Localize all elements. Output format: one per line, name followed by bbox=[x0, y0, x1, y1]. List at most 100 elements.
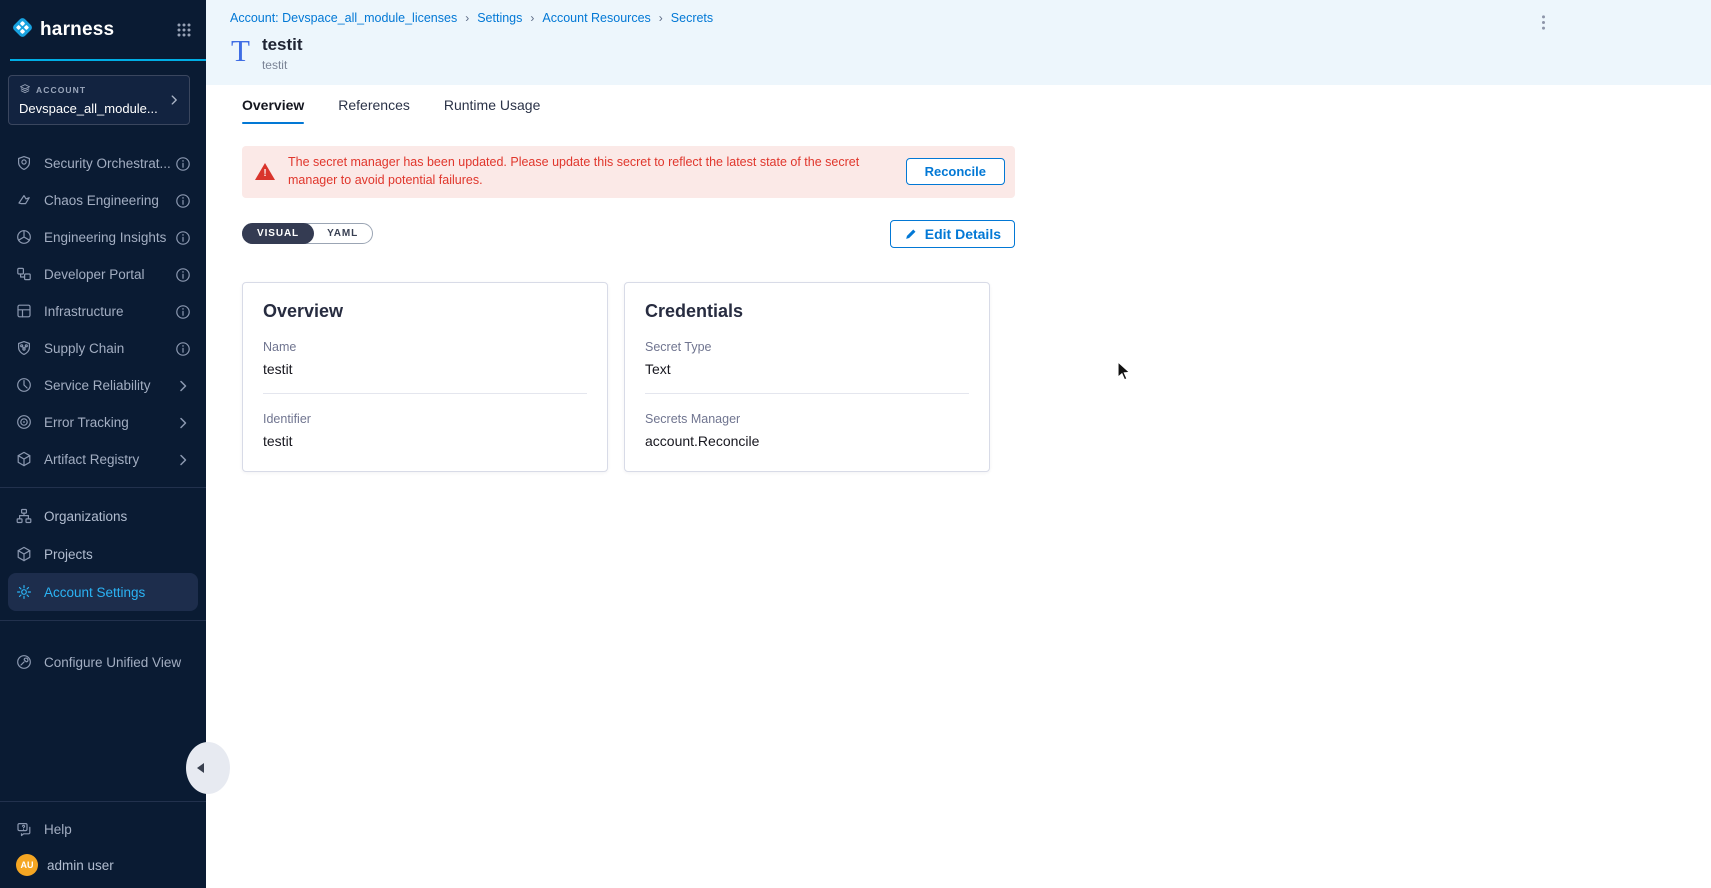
infrastructure-icon bbox=[16, 303, 33, 320]
tab-content: The secret manager has been updated. Ple… bbox=[206, 124, 1711, 472]
projects-icon bbox=[16, 546, 33, 563]
tab-references[interactable]: References bbox=[338, 85, 410, 124]
warning-triangle-icon bbox=[255, 163, 275, 180]
brand-underline bbox=[10, 59, 206, 61]
error-tracking-icon bbox=[16, 414, 33, 431]
sidebar-item-error-tracking[interactable]: Error Tracking bbox=[0, 404, 206, 441]
view-toolbar: VISUALYAML Edit Details bbox=[242, 220, 1015, 248]
reliability-icon bbox=[16, 377, 33, 394]
breadcrumb-link-account-resources[interactable]: Account Resources bbox=[542, 11, 650, 25]
edit-details-label: Edit Details bbox=[925, 226, 1001, 242]
tab-runtime-usage[interactable]: Runtime Usage bbox=[444, 85, 541, 124]
insights-icon bbox=[16, 229, 33, 246]
sidebar-collapse-handle[interactable] bbox=[186, 742, 230, 794]
sidebar-item-label: Error Tracking bbox=[44, 415, 175, 430]
account-label: ACCOUNT bbox=[36, 85, 86, 95]
account-selector-body: ACCOUNT Devspace_all_module... bbox=[19, 83, 163, 116]
toggle-option-visual[interactable]: VISUAL bbox=[242, 223, 314, 244]
warning-message: The secret manager has been updated. Ple… bbox=[288, 154, 906, 190]
info-icon[interactable] bbox=[175, 193, 191, 209]
reconcile-button[interactable]: Reconcile bbox=[906, 158, 1005, 185]
sidebar-item-engineering-insights[interactable]: Engineering Insights bbox=[0, 219, 206, 256]
sidebar-item-label: Artifact Registry bbox=[44, 452, 175, 467]
chevron-right-icon[interactable] bbox=[175, 415, 191, 431]
breadcrumb-link-settings[interactable]: Settings bbox=[477, 11, 522, 25]
module-grid-icon[interactable] bbox=[176, 22, 192, 38]
info-icon[interactable] bbox=[175, 341, 191, 357]
supply-chain-icon bbox=[16, 340, 33, 357]
card-title: Overview bbox=[263, 301, 587, 322]
field-label: Name bbox=[263, 340, 587, 354]
chevron-right-icon[interactable] bbox=[175, 378, 191, 394]
help-chat-icon bbox=[16, 821, 33, 838]
visual-yaml-toggle: VISUALYAML bbox=[242, 223, 373, 244]
toggle-option-yaml[interactable]: YAML bbox=[313, 224, 372, 243]
breadcrumb-separator: › bbox=[659, 11, 663, 25]
field-label: Secrets Manager bbox=[645, 412, 969, 426]
sidebar-item-projects[interactable]: Projects bbox=[0, 535, 206, 573]
account-selector[interactable]: ACCOUNT Devspace_all_module... bbox=[8, 75, 190, 125]
sidebar-divider bbox=[0, 487, 206, 488]
sidebar-item-label: Supply Chain bbox=[44, 341, 175, 356]
sidebar-item-service-reliability[interactable]: Service Reliability bbox=[0, 367, 206, 404]
artifact-registry-icon bbox=[16, 451, 33, 468]
sidebar-item-help[interactable]: Help bbox=[0, 811, 206, 848]
account-name: Devspace_all_module... bbox=[19, 101, 163, 116]
sidebar-item-infrastructure[interactable]: Infrastructure bbox=[0, 293, 206, 330]
field-label: Identifier bbox=[263, 412, 587, 426]
field-label: Secret Type bbox=[645, 340, 969, 354]
info-icon[interactable] bbox=[175, 156, 191, 172]
harness-logo-icon bbox=[10, 15, 35, 45]
sidebar-item-user-profile[interactable]: AU admin user bbox=[0, 848, 206, 888]
gear-icon bbox=[16, 584, 33, 601]
page-subtitle: testit bbox=[262, 58, 303, 72]
chevron-right-icon bbox=[167, 93, 181, 107]
sidebar-item-label: Help bbox=[44, 822, 191, 837]
credentials-card: Credentials Secret TypeTextSecrets Manag… bbox=[624, 282, 990, 472]
info-icon[interactable] bbox=[175, 230, 191, 246]
chevron-left-icon bbox=[197, 763, 204, 773]
chaos-icon bbox=[16, 192, 33, 209]
sidebar-header: harness bbox=[0, 0, 206, 57]
harness-logo[interactable]: harness bbox=[10, 15, 176, 45]
breadcrumb-link-secrets[interactable]: Secrets bbox=[671, 11, 713, 25]
overview-card: Overview NametestitIdentifiertestit bbox=[242, 282, 608, 472]
tab-bar: Overview References Runtime Usage bbox=[206, 85, 1711, 124]
field-divider bbox=[263, 393, 587, 394]
sidebar-item-account-settings[interactable]: Account Settings bbox=[8, 573, 198, 611]
sidebar-item-label: Infrastructure bbox=[44, 304, 175, 319]
sidebar-item-chaos-engineering[interactable]: Chaos Engineering bbox=[0, 182, 206, 219]
chevron-right-icon[interactable] bbox=[175, 452, 191, 468]
sidebar-item-label: Chaos Engineering bbox=[44, 193, 175, 208]
wrench-icon bbox=[16, 654, 33, 671]
sidebar-item-supply-chain[interactable]: Supply Chain bbox=[0, 330, 206, 367]
tab-overview[interactable]: Overview bbox=[242, 85, 304, 124]
secret-text-type-icon: T bbox=[231, 35, 250, 66]
sidebar-item-organizations[interactable]: Organizations bbox=[0, 497, 206, 535]
info-icon[interactable] bbox=[175, 267, 191, 283]
sidebar-item-label: Organizations bbox=[44, 509, 191, 524]
breadcrumb: Account: Devspace_all_module_licenses › Se… bbox=[230, 11, 713, 25]
developer-portal-icon bbox=[16, 266, 33, 283]
sidebar-item-label: Service Reliability bbox=[44, 378, 175, 393]
edit-details-button[interactable]: Edit Details bbox=[890, 220, 1015, 248]
user-name: admin user bbox=[47, 858, 114, 873]
field-value: testit bbox=[263, 433, 587, 449]
main-content: Account: Devspace_all_module_licenses › Se… bbox=[206, 0, 1711, 888]
page-header: Account: Devspace_all_module_licenses › Se… bbox=[206, 0, 1711, 85]
sidebar-item-configure-unified-view[interactable]: Configure Unified View bbox=[0, 644, 206, 681]
sidebar-item-label: Engineering Insights bbox=[44, 230, 175, 245]
sidebar: harness ACCOUNT Devspace_all_module... S… bbox=[0, 0, 206, 888]
sidebar-links: Organizations ProjectsAccount Settings bbox=[0, 497, 206, 611]
sidebar-divider bbox=[0, 801, 206, 802]
sidebar-item-security-orchestrat[interactable]: Security Orchestrat... bbox=[0, 145, 206, 182]
brand-name: harness bbox=[40, 19, 114, 41]
sidebar-item-developer-portal[interactable]: Developer Portal bbox=[0, 256, 206, 293]
info-icon[interactable] bbox=[175, 304, 191, 320]
kebab-menu-icon[interactable] bbox=[1536, 13, 1551, 32]
breadcrumb-link-account-devspace-all-module-licenses[interactable]: Account: Devspace_all_module_licenses bbox=[230, 11, 457, 25]
sidebar-item-artifact-registry[interactable]: Artifact Registry bbox=[0, 441, 206, 478]
sidebar-divider bbox=[0, 620, 206, 621]
organizations-icon bbox=[16, 508, 33, 525]
shield-icon bbox=[16, 155, 33, 172]
